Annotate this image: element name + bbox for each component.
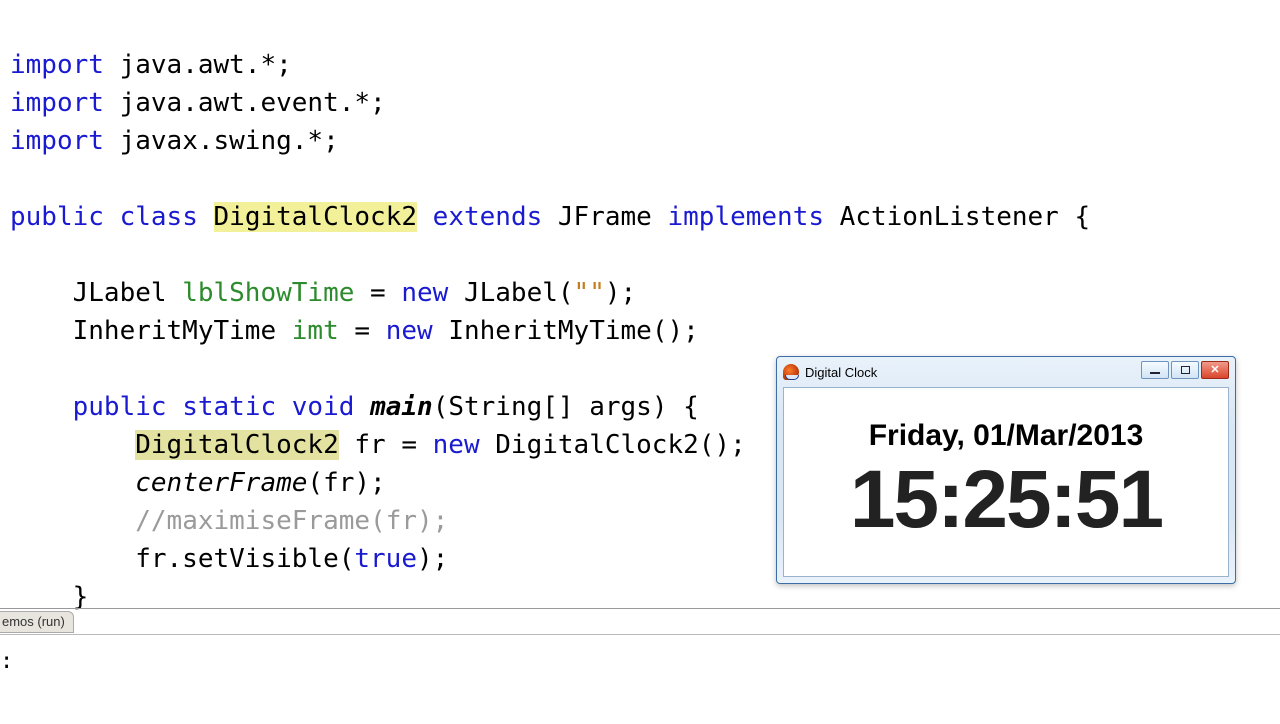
close-button[interactable]: ✕ xyxy=(1201,361,1229,379)
class-name-highlight: DigitalClock2 xyxy=(135,430,339,460)
window-client-area: Friday, 01/Mar/2013 15:25:51 xyxy=(783,387,1229,577)
clock-date: Friday, 01/Mar/2013 xyxy=(869,419,1144,453)
output-console[interactable]: : xyxy=(0,634,1280,724)
field-name: lblShowTime xyxy=(182,278,354,308)
string-literal: "" xyxy=(574,278,605,308)
field-name: imt xyxy=(292,316,339,346)
keyword: import xyxy=(10,88,104,118)
window-titlebar[interactable]: Digital Clock ✕ xyxy=(777,357,1235,387)
method-main: main xyxy=(370,392,433,422)
java-icon xyxy=(783,364,799,380)
comment: //maximiseFrame(fr); xyxy=(135,506,448,536)
panel-separator xyxy=(0,608,1280,609)
minimize-button[interactable] xyxy=(1141,361,1169,379)
keyword: import xyxy=(10,126,104,156)
output-tab[interactable]: emos (run) xyxy=(0,611,74,633)
close-icon: ✕ xyxy=(1210,365,1219,376)
keyword: class xyxy=(120,202,198,232)
static-call: centerFrame xyxy=(135,468,307,498)
clock-time: 15:25:51 xyxy=(850,459,1162,541)
keyword: public xyxy=(10,202,104,232)
keyword: extends xyxy=(433,202,543,232)
keyword: import xyxy=(10,50,104,80)
keyword: implements xyxy=(667,202,824,232)
digital-clock-window[interactable]: Digital Clock ✕ Friday, 01/Mar/2013 15:2… xyxy=(776,356,1236,584)
window-title: Digital Clock xyxy=(805,365,877,380)
maximize-button[interactable] xyxy=(1171,361,1199,379)
class-name-highlight: DigitalClock2 xyxy=(214,202,418,232)
